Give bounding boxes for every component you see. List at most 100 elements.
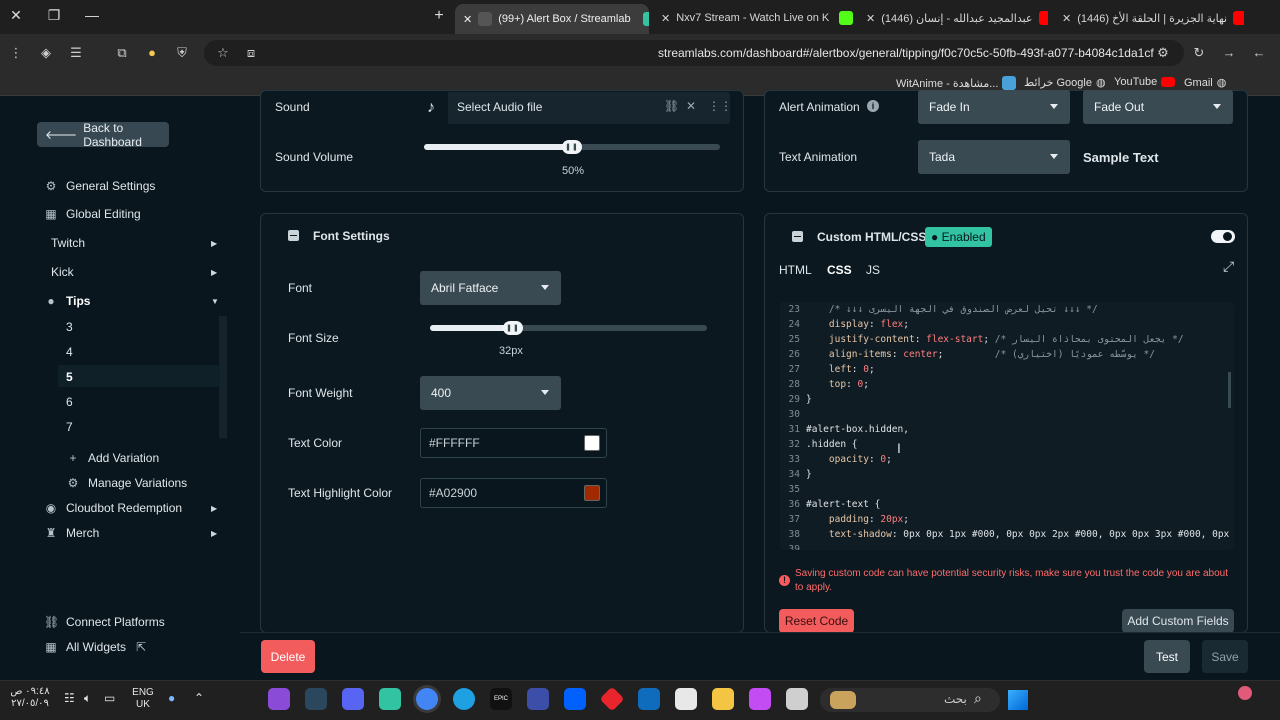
test-button[interactable]: Test	[1144, 640, 1190, 673]
sidebar-item-global-editing[interactable]: ▦ Global Editing	[44, 207, 140, 221]
tab-kick-stream[interactable]: ✕ Nxv7 Stream - Watch Live on K	[653, 6, 853, 30]
css-code-editor[interactable]: 23 /* ↓↓↓ تحيل لعرض الصندوق في الجهة الي…	[780, 302, 1234, 550]
tab-label: Nxv7 Stream - Watch Live on K	[676, 12, 830, 24]
save-button[interactable]: Save	[1202, 640, 1248, 673]
sidebar-item-tips[interactable]: ● Tips	[44, 294, 90, 308]
outlook-icon[interactable]	[638, 688, 660, 710]
sliders-icon[interactable]: ☰	[68, 45, 84, 61]
streamlabs-icon[interactable]	[379, 688, 401, 710]
chrome-icon[interactable]	[416, 688, 438, 710]
sidebar-item-all-widgets[interactable]: ▦ All Widgets ⇱	[44, 640, 148, 654]
variation-item[interactable]: 3	[66, 320, 73, 334]
custom-code-toggle[interactable]	[1211, 230, 1235, 243]
clear-icon[interactable]: ✕	[686, 99, 696, 113]
app-icon-purple[interactable]	[268, 688, 290, 710]
delete-button[interactable]: Delete	[261, 640, 315, 673]
alert-animation-in-select[interactable]: Fade In	[918, 90, 1070, 124]
variation-item[interactable]: 7	[66, 420, 73, 434]
forward-icon[interactable]: →	[1221, 45, 1237, 60]
variations-scrollbar[interactable]	[219, 316, 227, 438]
bookmark-gmail[interactable]: Gmail ◍	[1184, 76, 1226, 90]
sidebar-item-kick[interactable]: Kick	[51, 265, 74, 279]
network-icon[interactable]: ☷	[64, 692, 75, 704]
shield-extension-icon[interactable]: ●	[144, 45, 160, 60]
gallery-grid-icon[interactable]: ⋮⋮	[708, 99, 732, 113]
variation-item[interactable]: 4	[66, 345, 73, 359]
copilot-icon[interactable]	[749, 688, 771, 710]
tab-alert-box[interactable]: ✕ (99+) Alert Box / Streamlab	[455, 4, 649, 34]
volume-icon[interactable]: 🔈︎	[84, 692, 91, 704]
font-size-knob[interactable]: ❚❚	[503, 321, 523, 335]
bookmark-witanime[interactable]: WitAnime - مشاهدة...	[896, 76, 1017, 90]
tab-youtube-2[interactable]: ✕ (1446) نهاية الجزيرة | الحلقة الأخ	[1054, 6, 1244, 30]
highlight-color-swatch[interactable]	[584, 485, 600, 501]
dropbox-icon[interactable]	[564, 688, 586, 710]
edge-icon[interactable]	[453, 688, 475, 710]
extension-icon[interactable]: ◈	[38, 45, 54, 61]
text-animation-select[interactable]: Tada	[918, 140, 1070, 174]
font-select[interactable]: Abril Fatface	[420, 271, 561, 305]
back-icon[interactable]: ←	[1251, 45, 1267, 60]
close-tab-icon[interactable]: ✕	[866, 12, 875, 25]
variation-item[interactable]: 6	[66, 395, 73, 409]
tab-js[interactable]: JS	[866, 263, 880, 277]
discord-icon[interactable]	[342, 688, 364, 710]
font-weight-select[interactable]: 400	[420, 376, 561, 410]
sidebar-item-general-settings[interactable]: ⚙ General Settings	[44, 179, 156, 193]
language-indicator[interactable]: ENG UK	[130, 687, 156, 711]
tab-youtube-1[interactable]: ✕ (1446) عبدالمجيد عبدالله - إنسان	[858, 6, 1048, 30]
sidebar-item-merch[interactable]: ♜ Merch	[44, 526, 100, 540]
display-icon[interactable]: ▭	[104, 692, 115, 704]
add-custom-fields-button[interactable]: Add Custom Fields	[1122, 609, 1234, 633]
url-text[interactable]: streamlabs.com/dashboard#/alertbox/gener…	[658, 46, 1154, 60]
reload-icon[interactable]: ↻	[1191, 45, 1207, 61]
reset-code-button[interactable]: Reset Code	[779, 609, 854, 633]
sidebar-item-twitch[interactable]: Twitch	[51, 236, 85, 250]
code-scrollbar[interactable]	[1228, 372, 1231, 408]
minimize-window-icon[interactable]: —	[82, 7, 102, 23]
star-icon[interactable]: ☆	[215, 45, 231, 61]
tab-css[interactable]: CSS	[827, 263, 852, 277]
manage-variations-button[interactable]: ⚙ Manage Variations	[66, 476, 188, 490]
info-icon[interactable]: i	[867, 100, 879, 112]
bookmark-youtube[interactable]: YouTube	[1114, 76, 1176, 88]
chevron-up-icon[interactable]: ⌃	[194, 692, 204, 704]
site-settings-icon[interactable]: ⚙	[1155, 45, 1171, 61]
file-explorer-icon[interactable]	[712, 688, 734, 710]
task-view-icon[interactable]	[786, 688, 808, 710]
add-variation-button[interactable]: + Add Variation	[66, 451, 159, 465]
collapse-icon[interactable]	[792, 231, 803, 242]
restore-window-icon[interactable]: ❐	[44, 7, 64, 24]
app-icon-blue[interactable]	[527, 688, 549, 710]
clock[interactable]: ٠٩:٤٨ ص ٢٧/٠٥/٠٩	[6, 686, 54, 710]
windows-start-icon[interactable]	[1008, 690, 1028, 710]
close-tab-icon[interactable]: ✕	[661, 12, 670, 25]
highlight-color-input[interactable]: #A02900	[420, 478, 607, 508]
new-tab-icon[interactable]: +	[429, 7, 449, 25]
expand-icon[interactable]: ⤢	[1223, 258, 1234, 275]
close-window-icon[interactable]: ✕	[6, 7, 26, 24]
sidebar-item-connect-platforms[interactable]: ⛓ Connect Platforms	[44, 615, 165, 629]
text-color-input[interactable]: #FFFFFF	[420, 428, 607, 458]
notification-icon[interactable]	[1238, 686, 1252, 700]
back-to-dashboard-button[interactable]: 🡐 Back to Dashboard	[37, 121, 169, 149]
menu-dots-icon[interactable]: ⋮	[8, 45, 24, 61]
epic-games-icon[interactable]: EPIC	[490, 688, 512, 710]
microphone-icon[interactable]: ●	[168, 692, 175, 704]
translate-icon[interactable]: ⧈	[243, 45, 259, 61]
link-icon[interactable]: ⛓	[664, 99, 679, 113]
text-color-swatch[interactable]	[584, 435, 600, 451]
bookmark-google-maps[interactable]: خرائط Google ◍	[1024, 76, 1106, 89]
collapse-icon[interactable]	[288, 230, 299, 241]
security-shield-icon[interactable]: ⛨	[174, 45, 190, 61]
sound-volume-knob[interactable]: ❚❚	[562, 140, 582, 154]
sidebar-item-cloudbot[interactable]: ◉ Cloudbot Redemption	[44, 501, 182, 515]
variation-item-selected[interactable]: 5	[66, 370, 73, 384]
close-tab-icon[interactable]: ✕	[1062, 12, 1071, 25]
puzzle-icon[interactable]: ⧉	[114, 45, 130, 61]
alert-animation-out-select[interactable]: Fade Out	[1083, 90, 1233, 124]
store-icon[interactable]	[675, 688, 697, 710]
close-tab-icon[interactable]: ✕	[463, 13, 472, 26]
steam-icon[interactable]	[305, 688, 327, 710]
tab-html[interactable]: HTML	[779, 263, 812, 277]
